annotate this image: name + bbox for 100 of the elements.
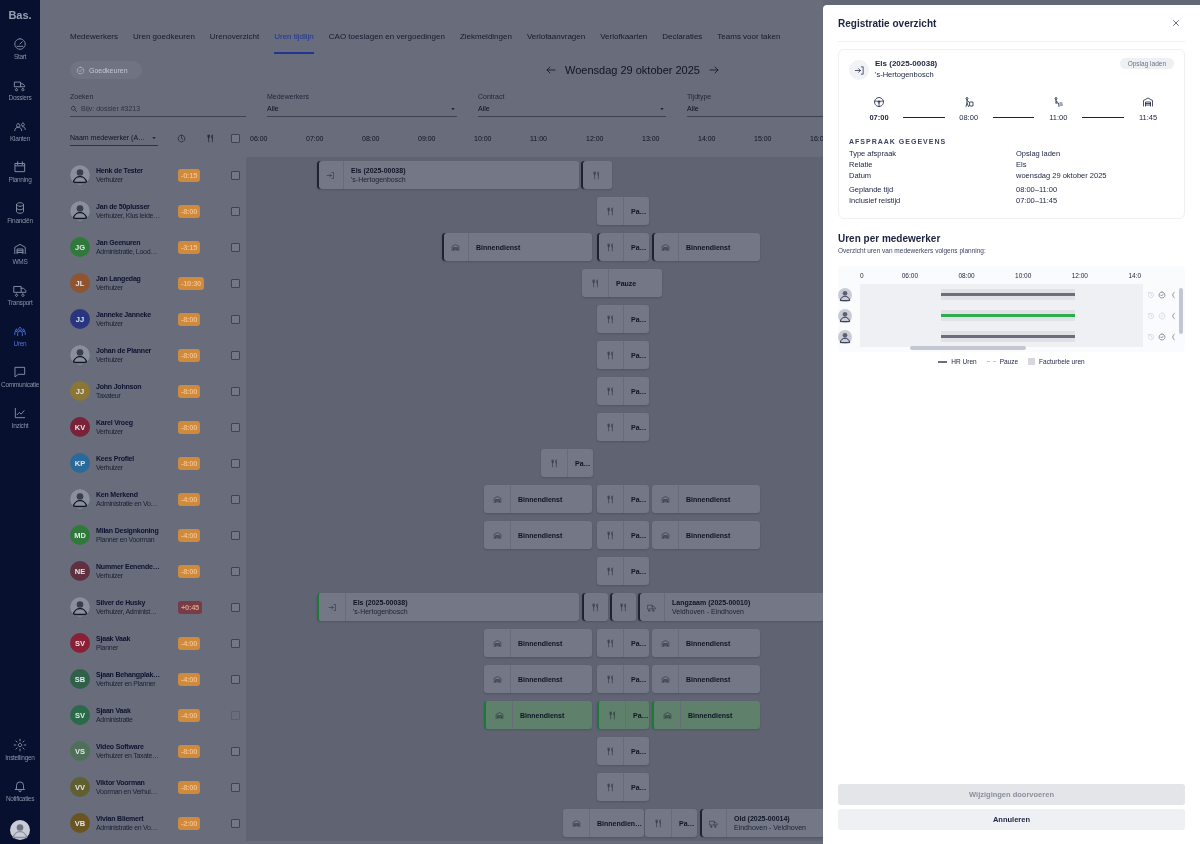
history-icon[interactable] [1147,311,1155,320]
row-checkbox[interactable] [231,314,240,324]
clock-icon [177,133,186,143]
row-checkbox[interactable] [231,818,240,828]
settings-icon [13,738,27,752]
warehouse-icon [492,638,502,648]
history-icon[interactable] [1147,290,1155,299]
warehouse-icon [660,674,670,684]
timeline-block[interactable] [610,593,636,621]
cutlery-icon [605,674,615,684]
cutlery-icon [618,602,628,612]
tab[interactable]: CAO toeslagen en vergoedingen [328,32,445,54]
row-checkbox[interactable] [231,386,240,396]
calendar-icon [13,160,27,174]
row-checkbox[interactable] [231,746,240,756]
login-icon [327,602,337,612]
warehouse-icon [1142,96,1154,108]
truck-icon [13,78,27,92]
tab[interactable]: Ziekmeldingen [459,32,512,54]
bell-icon [13,779,27,793]
tab[interactable]: Verlofaanvragen [526,32,586,54]
login-icon [853,64,865,76]
cutlery-icon [605,206,615,216]
row-checkbox[interactable] [231,206,240,216]
scrollbar[interactable] [910,346,1026,350]
arrow-left-icon[interactable] [545,64,557,76]
gauge-icon [13,37,27,51]
avatar-icon [838,287,852,302]
row-checkbox[interactable] [231,566,240,576]
tab[interactable]: Uren goedkeuren [133,32,195,54]
warehouse-icon [571,818,581,828]
row-checkbox[interactable] [231,602,240,612]
warehouse-icon [492,530,502,540]
check-icon [76,65,85,75]
chat-icon [13,365,27,379]
warehouse-icon [450,242,460,252]
avatar-icon [838,308,852,323]
group-icon [13,324,27,338]
cutlery-icon [590,278,600,288]
row-checkbox[interactable] [231,350,240,360]
avatar-icon [70,345,90,365]
cutlery-icon [605,638,615,648]
warehouse-icon [660,638,670,648]
drawer-title: Registratie overzicht [838,17,937,29]
select-all-checkbox[interactable] [231,133,240,143]
truck-icon [646,602,656,612]
appointment-title: Els (2025-00038) [875,58,938,69]
cutlery-icon [206,133,215,143]
tab[interactable]: Urenoverzicht [209,32,260,54]
warehouse-icon [492,674,502,684]
date-title: Woensdag 29 oktober 2025 [565,64,700,76]
cutlery-icon [653,818,663,828]
tab[interactable]: Uren tijdlijn [274,32,314,54]
cutlery-icon [549,458,559,468]
timeline-block[interactable] [582,593,608,621]
cutlery-icon [590,602,600,612]
tab[interactable]: Teams voor taken [717,32,781,54]
row-checkbox[interactable] [231,494,240,504]
row-checkbox[interactable] [231,782,240,792]
arrow-right-icon[interactable] [707,64,720,76]
cutlery-icon [605,386,615,396]
warehouse-icon [660,530,670,540]
app-logo: Bas. [8,9,32,21]
avatar-icon [838,329,852,344]
cutlery-icon [605,746,615,756]
cutlery-icon [607,710,617,720]
tab[interactable]: Declaraties [662,32,703,54]
truck-icon [13,283,27,297]
cutlery-icon [605,530,615,540]
search-icon [70,104,78,113]
steering-wheel-icon [873,96,885,108]
login-icon [325,170,335,180]
tab[interactable]: Verlofkaarten [600,32,648,54]
warehouse-icon [660,242,670,252]
cutlery-icon [605,422,615,432]
row-checkbox[interactable] [231,170,240,180]
row-checkbox[interactable] [231,638,240,648]
warehouse-icon [492,494,502,504]
avatar-icon[interactable] [10,820,30,840]
close-icon[interactable] [1171,18,1181,28]
history-icon[interactable] [1147,332,1155,341]
section-title: Uren per medewerker [838,233,942,244]
row-checkbox[interactable] [231,530,240,540]
cutlery-icon [605,566,615,576]
row-checkbox[interactable] [231,458,240,468]
cutlery-icon [605,314,615,324]
cutlery-icon [605,350,615,360]
row-checkbox[interactable] [231,422,240,432]
tab[interactable]: Medewerkers [70,32,118,54]
row-checkbox[interactable] [231,674,240,684]
warehouse-icon [13,242,27,256]
row-checkbox[interactable] [231,278,240,288]
timeline-block[interactable] [581,161,612,189]
chart-icon [13,406,27,420]
scrollbar[interactable] [1179,288,1183,334]
avatar-icon [70,201,90,221]
warehouse-icon [660,494,670,504]
coins-icon [13,201,27,215]
cutlery-icon [592,170,601,180]
row-checkbox[interactable] [231,242,240,252]
